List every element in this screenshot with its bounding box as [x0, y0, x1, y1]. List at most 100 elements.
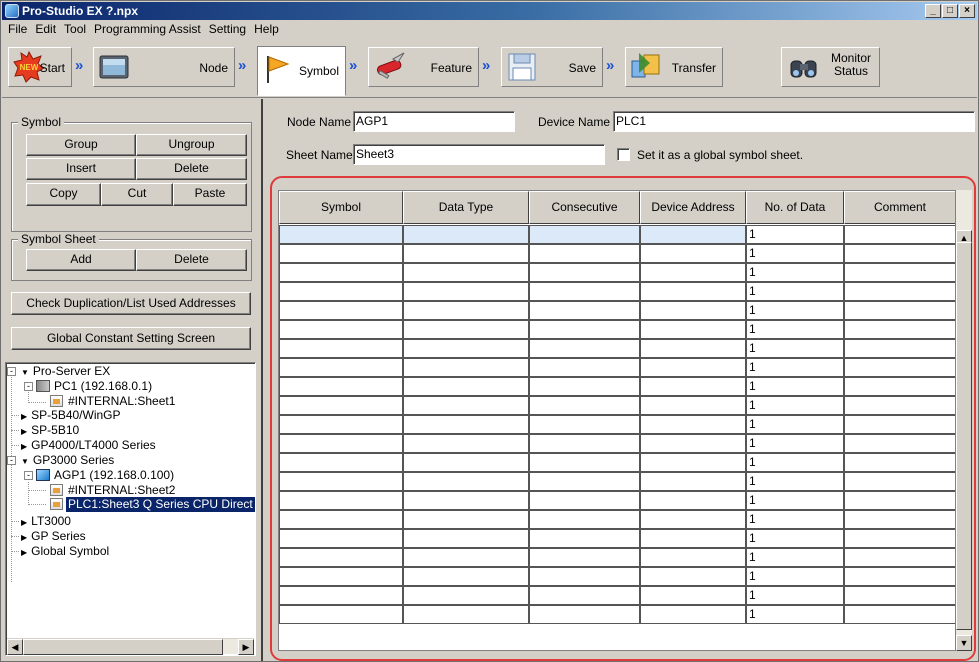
column-header-device-address[interactable]: Device Address — [640, 191, 746, 224]
grid-cell-no-of-data[interactable]: 1 — [746, 263, 844, 282]
grid-cell-symbol[interactable] — [279, 263, 403, 282]
node-tree[interactable]: - ▼ Pro-Server EX - PC1 (192.168.0.1) #IN… — [5, 362, 256, 656]
grid-cell-no-of-data[interactable]: 1 — [746, 434, 844, 453]
close-button[interactable]: × — [959, 4, 975, 18]
tree-item-sp5b40[interactable]: ▶ SP-5B40/WinGP — [21, 409, 121, 423]
grid-cell-consecutive[interactable] — [529, 301, 640, 320]
grid-cell-data-type[interactable] — [403, 320, 529, 339]
tree-item-gp4000[interactable]: ▶ GP4000/LT4000 Series — [21, 439, 156, 453]
cut-button[interactable]: Cut — [101, 183, 173, 206]
grid-cell-no-of-data[interactable]: 1 — [746, 510, 844, 529]
grid-cell-comment[interactable] — [844, 263, 955, 282]
grid-cell-data-type[interactable] — [403, 510, 529, 529]
grid-cell-comment[interactable] — [844, 434, 955, 453]
grid-cell-consecutive[interactable] — [529, 434, 640, 453]
maximize-button[interactable]: □ — [942, 4, 958, 18]
grid-cell-symbol[interactable] — [279, 529, 403, 548]
grid-cell-symbol[interactable] — [279, 472, 403, 491]
grid-cell-symbol[interactable] — [279, 377, 403, 396]
grid-cell-comment[interactable] — [844, 320, 955, 339]
grid-cell-no-of-data[interactable]: 1 — [746, 567, 844, 586]
grid-cell-data-type[interactable] — [403, 358, 529, 377]
tree-item-pro-server[interactable]: ▼ Pro-Server EX — [21, 365, 110, 379]
node-button[interactable]: Node — [93, 47, 235, 87]
grid-cell-comment[interactable] — [844, 472, 955, 491]
grid-cell-no-of-data[interactable]: 1 — [746, 358, 844, 377]
transfer-button[interactable]: Transfer — [625, 47, 723, 87]
grid-cell-device-address[interactable] — [640, 244, 746, 263]
grid-cell-comment[interactable] — [844, 453, 955, 472]
grid-cell-comment[interactable] — [844, 548, 955, 567]
grid-cell-consecutive[interactable] — [529, 510, 640, 529]
tree-item-global-symbol[interactable]: ▶ Global Symbol — [21, 545, 109, 559]
grid-cell-no-of-data[interactable]: 1 — [746, 396, 844, 415]
tree-horizontal-scrollbar[interactable]: ◀ ▶ — [7, 638, 254, 655]
grid-cell-device-address[interactable] — [640, 567, 746, 586]
grid-cell-comment[interactable] — [844, 605, 955, 624]
grid-cell-symbol[interactable] — [279, 453, 403, 472]
grid-cell-device-address[interactable] — [640, 415, 746, 434]
grid-cell-data-type[interactable] — [403, 282, 529, 301]
grid-cell-no-of-data[interactable]: 1 — [746, 244, 844, 263]
grid-cell-device-address[interactable] — [640, 453, 746, 472]
grid-cell-symbol[interactable] — [279, 225, 403, 244]
feature-button[interactable]: Feature — [368, 47, 479, 87]
expand-toggle[interactable]: - — [24, 471, 33, 480]
sheet-name-field[interactable]: Sheet3 — [353, 144, 605, 165]
grid-cell-device-address[interactable] — [640, 339, 746, 358]
ungroup-button[interactable]: Ungroup — [136, 134, 247, 156]
insert-button[interactable]: Insert — [26, 158, 136, 180]
menu-help[interactable]: Help — [254, 22, 279, 36]
tree-item-gp3000[interactable]: ▼ GP3000 Series — [21, 454, 114, 468]
grid-cell-comment[interactable] — [844, 244, 955, 263]
grid-cell-consecutive[interactable] — [529, 282, 640, 301]
grid-cell-data-type[interactable] — [403, 263, 529, 282]
grid-cell-comment[interactable] — [844, 586, 955, 605]
grid-cell-no-of-data[interactable]: 1 — [746, 339, 844, 358]
grid-cell-device-address[interactable] — [640, 320, 746, 339]
grid-cell-consecutive[interactable] — [529, 320, 640, 339]
grid-cell-consecutive[interactable] — [529, 263, 640, 282]
grid-cell-data-type[interactable] — [403, 472, 529, 491]
global-sheet-checkbox[interactable] — [617, 148, 630, 161]
menu-file[interactable]: File — [8, 22, 27, 36]
grid-cell-consecutive[interactable] — [529, 567, 640, 586]
tree-item-agp1[interactable]: AGP1 (192.168.0.100) — [54, 469, 174, 482]
symbol-grid[interactable]: Symbol Data Type Consecutive Device Address… — [278, 190, 956, 651]
tree-item-gp-series[interactable]: ▶ GP Series — [21, 530, 86, 544]
copy-button[interactable]: Copy — [26, 183, 101, 206]
grid-cell-comment[interactable] — [844, 225, 955, 244]
grid-cell-data-type[interactable] — [403, 567, 529, 586]
grid-cell-data-type[interactable] — [403, 415, 529, 434]
grid-cell-comment[interactable] — [844, 510, 955, 529]
grid-cell-data-type[interactable] — [403, 548, 529, 567]
grid-cell-symbol[interactable] — [279, 415, 403, 434]
grid-cell-symbol[interactable] — [279, 339, 403, 358]
column-header-consecutive[interactable]: Consecutive — [529, 191, 640, 224]
grid-cell-no-of-data[interactable]: 1 — [746, 453, 844, 472]
paste-button[interactable]: Paste — [173, 183, 247, 206]
grid-cell-data-type[interactable] — [403, 434, 529, 453]
grid-cell-consecutive[interactable] — [529, 358, 640, 377]
column-header-comment[interactable]: Comment — [844, 191, 955, 224]
grid-cell-data-type[interactable] — [403, 339, 529, 358]
grid-cell-consecutive[interactable] — [529, 415, 640, 434]
grid-cell-consecutive[interactable] — [529, 377, 640, 396]
menu-edit[interactable]: Edit — [35, 22, 56, 36]
scroll-thumb[interactable] — [23, 639, 223, 655]
scroll-down-button[interactable]: ▼ — [956, 635, 972, 651]
grid-cell-device-address[interactable] — [640, 263, 746, 282]
grid-cell-comment[interactable] — [844, 491, 955, 510]
delete-sheet-button[interactable]: Delete — [136, 249, 247, 271]
grid-cell-device-address[interactable] — [640, 605, 746, 624]
menu-programming-assist[interactable]: Programming Assist — [94, 22, 201, 36]
scroll-left-button[interactable]: ◀ — [7, 639, 23, 655]
grid-cell-consecutive[interactable] — [529, 472, 640, 491]
grid-cell-no-of-data[interactable]: 1 — [746, 377, 844, 396]
monitor-status-button[interactable]: Monitor Status — [781, 47, 880, 87]
expand-toggle[interactable]: - — [24, 382, 33, 391]
grid-cell-no-of-data[interactable]: 1 — [746, 282, 844, 301]
grid-cell-comment[interactable] — [844, 377, 955, 396]
grid-cell-data-type[interactable] — [403, 605, 529, 624]
grid-cell-consecutive[interactable] — [529, 453, 640, 472]
